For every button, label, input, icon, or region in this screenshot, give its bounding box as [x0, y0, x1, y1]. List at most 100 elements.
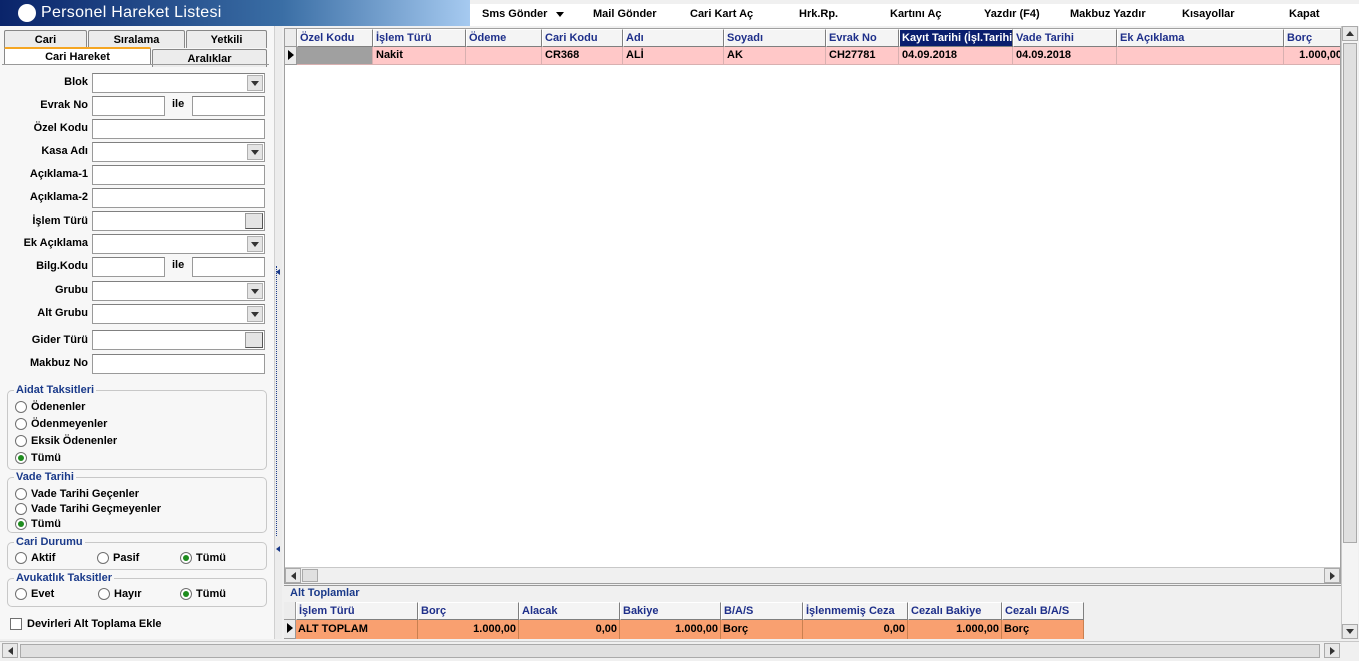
- cell-evrak-no[interactable]: CH27781: [826, 47, 899, 65]
- print-button[interactable]: Yazdır (F4): [984, 8, 1040, 20]
- evrak-no-from-input[interactable]: [92, 96, 165, 116]
- radio-tumu[interactable]: Tümü: [15, 518, 61, 530]
- splitter-grip[interactable]: [276, 266, 279, 536]
- radio-evet[interactable]: Evet: [15, 588, 54, 600]
- cell-kayit-tarihi[interactable]: 04.09.2018: [899, 47, 1013, 65]
- subtotal-cell-bakiye[interactable]: 1.000,00: [620, 620, 721, 639]
- subtotal-cell-borc[interactable]: 1.000,00: [418, 620, 519, 639]
- aciklama-1-input[interactable]: [92, 165, 265, 185]
- column-header-soyadi[interactable]: Soyadı: [724, 29, 826, 47]
- radio-tumu[interactable]: Tümü: [15, 452, 61, 464]
- subtotal-cell-alacak[interactable]: 0,00: [519, 620, 620, 639]
- column-header-kayit-tarihi[interactable]: Kayıt Tarihi (İşl.Tarihi): [899, 29, 1013, 47]
- radio-pasif[interactable]: Pasif: [97, 552, 139, 564]
- subtotal-header-bas[interactable]: B/A/S: [721, 602, 803, 620]
- radio-vade-gecmeyenler[interactable]: Vade Tarihi Geçmeyenler: [15, 503, 161, 515]
- column-header-cari-kodu[interactable]: Cari Kodu: [542, 29, 623, 47]
- tab-cari[interactable]: Cari: [4, 30, 87, 48]
- chevron-down-icon[interactable]: [247, 283, 263, 299]
- print-receipt-button[interactable]: Makbuz Yazdır: [1070, 8, 1146, 20]
- bilg-kodu-to-input[interactable]: [192, 257, 265, 277]
- mail-send-button[interactable]: Mail Gönder: [593, 8, 657, 20]
- subtotal-header-islenmemis-ceza[interactable]: İşlenmemiş Ceza: [803, 602, 908, 620]
- scroll-thumb[interactable]: [20, 644, 1320, 658]
- horizontal-scrollbar[interactable]: [285, 567, 1340, 583]
- column-header-borc[interactable]: Borç: [1284, 29, 1340, 47]
- devirleri-alt-toplama-checkbox[interactable]: Devirleri Alt Toplama Ekle: [10, 618, 162, 630]
- open-card-button[interactable]: Kartını Aç: [890, 8, 942, 20]
- chevron-down-icon[interactable]: [247, 306, 263, 322]
- collapse-left-icon[interactable]: [276, 546, 280, 552]
- chevron-down-icon[interactable]: [247, 236, 263, 252]
- scroll-thumb[interactable]: [302, 569, 318, 582]
- scroll-left-button[interactable]: [2, 643, 18, 658]
- tab-siralama[interactable]: Sıralama: [88, 30, 185, 48]
- radio-icon[interactable]: [15, 488, 27, 500]
- radio-odenenler[interactable]: Ödenenler: [15, 401, 85, 413]
- radio-icon[interactable]: [98, 588, 110, 600]
- close-button[interactable]: Kapat: [1289, 8, 1320, 20]
- ozel-kodu-input[interactable]: [92, 119, 265, 139]
- scroll-thumb[interactable]: [1343, 43, 1357, 543]
- tab-yetkili[interactable]: Yetkili: [186, 30, 267, 48]
- radio-icon[interactable]: [15, 435, 27, 447]
- cell-adi[interactable]: ALİ: [623, 47, 724, 65]
- radio-vade-gecenler[interactable]: Vade Tarihi Geçenler: [15, 488, 139, 500]
- alt-grubu-combo[interactable]: [92, 304, 265, 324]
- column-header-ek-aciklama[interactable]: Ek Açıklama: [1117, 29, 1284, 47]
- subtotal-header-borc[interactable]: Borç: [418, 602, 519, 620]
- radio-odenmeyenler[interactable]: Ödenmeyenler: [15, 418, 107, 430]
- tab-cari-hareket[interactable]: Cari Hareket: [4, 47, 151, 65]
- subtotal-cell-islem-turu[interactable]: ALT TOPLAM: [296, 620, 418, 639]
- scroll-right-button[interactable]: [1324, 643, 1340, 658]
- row-indicator[interactable]: [284, 620, 296, 639]
- subtotal-cell-bas[interactable]: Borç: [721, 620, 803, 639]
- shortcuts-button[interactable]: Kısayollar: [1182, 8, 1235, 20]
- radio-eksik-odenenler[interactable]: Eksik Ödenenler: [15, 435, 117, 447]
- gider-turu-input[interactable]: [92, 330, 265, 350]
- lookup-button[interactable]: [245, 332, 263, 348]
- subtotal-header-cezali-bakiye[interactable]: Cezalı Bakiye: [908, 602, 1002, 620]
- scroll-left-button[interactable]: [285, 568, 301, 583]
- scroll-up-button[interactable]: [1342, 26, 1358, 41]
- radio-icon[interactable]: [15, 401, 27, 413]
- radio-selected-icon[interactable]: [180, 552, 192, 564]
- radio-selected-icon[interactable]: [15, 518, 27, 530]
- scroll-down-button[interactable]: [1342, 624, 1358, 639]
- subtotal-header-alacak[interactable]: Alacak: [519, 602, 620, 620]
- subtotal-cell-islenmemis-ceza[interactable]: 0,00: [803, 620, 908, 639]
- makbuz-no-input[interactable]: [92, 354, 265, 374]
- radio-icon[interactable]: [15, 552, 27, 564]
- column-header-evrak-no[interactable]: Evrak No: [826, 29, 899, 47]
- open-account-card-button[interactable]: Cari Kart Aç: [690, 8, 753, 20]
- evrak-no-to-input[interactable]: [192, 96, 265, 116]
- radio-icon[interactable]: [15, 588, 27, 600]
- scroll-right-button[interactable]: [1324, 568, 1340, 583]
- column-header-odeme[interactable]: Ödeme: [466, 29, 542, 47]
- subtotal-header-islem-turu[interactable]: İşlem Türü: [296, 602, 418, 620]
- column-header-ozel-kodu[interactable]: Özel Kodu: [297, 29, 373, 47]
- subtotal-cell-cezali-bas[interactable]: Borç: [1002, 620, 1084, 639]
- row-indicator[interactable]: [285, 47, 297, 65]
- aciklama-2-input[interactable]: [92, 188, 265, 208]
- cell-cari-kodu[interactable]: CR368: [542, 47, 623, 65]
- radio-selected-icon[interactable]: [180, 588, 192, 600]
- chevron-down-icon[interactable]: [556, 11, 565, 17]
- movement-report-button[interactable]: Hrk.Rp.: [799, 8, 838, 20]
- kasa-adi-combo[interactable]: [92, 142, 265, 162]
- column-header-vade-tarihi[interactable]: Vade Tarihi: [1013, 29, 1117, 47]
- cell-odeme[interactable]: [466, 47, 542, 65]
- column-header-islem-turu[interactable]: İşlem Türü: [373, 29, 466, 47]
- bilg-kodu-from-input[interactable]: [92, 257, 165, 277]
- cell-soyadi[interactable]: AK: [724, 47, 826, 65]
- radio-tumu[interactable]: Tümü: [180, 552, 226, 564]
- chevron-down-icon[interactable]: [247, 144, 263, 160]
- chevron-down-icon[interactable]: [247, 75, 263, 91]
- radio-tumu[interactable]: Tümü: [180, 588, 226, 600]
- sms-send-button[interactable]: Sms Gönder: [482, 8, 565, 20]
- radio-icon[interactable]: [15, 503, 27, 515]
- column-header-adi[interactable]: Adı: [623, 29, 724, 47]
- radio-selected-icon[interactable]: [15, 452, 27, 464]
- subtotal-cell-cezali-bakiye[interactable]: 1.000,00: [908, 620, 1002, 639]
- cell-borc[interactable]: 1.000,00: [1284, 47, 1340, 65]
